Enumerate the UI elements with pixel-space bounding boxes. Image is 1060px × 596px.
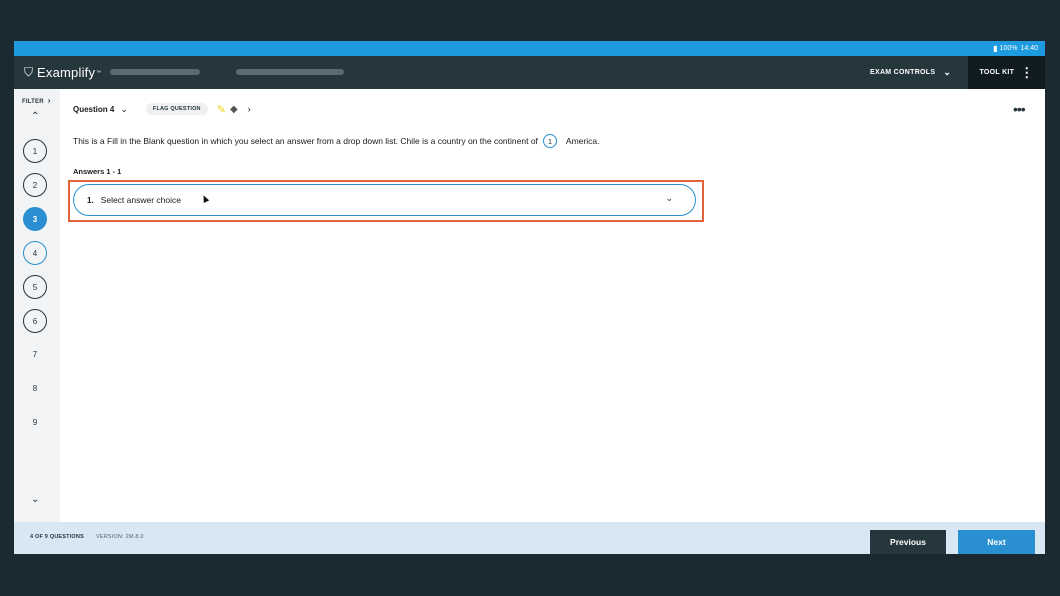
sidebar-question-1[interactable]: 1 (23, 139, 47, 163)
examplify-logo-icon: ⛉ (24, 65, 34, 79)
filter-button[interactable]: FILTER › (22, 96, 51, 105)
filter-label: FILTER (22, 99, 44, 105)
blank-number-badge: 1 (542, 134, 557, 148)
battery-level: 100% (999, 45, 1018, 52)
question-text-after: America. (565, 136, 600, 146)
sidebar-question-4[interactable]: 4 (23, 241, 47, 265)
battery-icon: ▮ (993, 44, 998, 53)
question-text-before: This is a Fill in the Blank question in … (73, 136, 538, 146)
scroll-down-chevron-icon[interactable]: ⌄ (31, 494, 39, 505)
scroll-up-chevron-icon[interactable]: ⌃ (31, 111, 39, 122)
next-button[interactable]: Next (958, 530, 1035, 554)
sidebar-question-3[interactable]: 3 (23, 207, 47, 231)
sidebar-question-2[interactable]: 2 (23, 173, 47, 197)
next-question-chevron-icon[interactable]: › (248, 104, 251, 114)
tool-kit-button[interactable]: TOOL KIT ⋮ (968, 56, 1045, 89)
answer-select-dropdown[interactable]: 1. Select answer choice ⌄ (73, 184, 696, 216)
redacted-exam-name (110, 69, 200, 75)
answers-label: Answers 1 - 1 (73, 167, 122, 176)
question-sidebar: FILTER › ⌃ 1 2 3 4 5 6 7 8 9 ⌄ (14, 89, 60, 522)
version-label: VERSION: 2M.8.0 (96, 534, 144, 540)
flag-question-button[interactable]: FLAG QUESTION (145, 103, 208, 115)
highlighter-icon[interactable]: ✎ (217, 103, 226, 116)
top-bar: ⛉ Examplify ™ EXAM CONTROLS ⌄ TOOL KIT ⋮ (14, 56, 1045, 89)
clock: 14:40 (1020, 45, 1038, 52)
question-header: Question 4 ⌄ FLAG QUESTION ✎ ◆ › (73, 102, 251, 116)
question-title: Question 4 (73, 104, 115, 114)
sidebar-question-8[interactable]: 8 (23, 376, 47, 400)
sidebar-question-7[interactable]: 7 (23, 342, 47, 366)
footer-bar: 4 OF 9 QUESTIONS VERSION: 2M.8.0 Previou… (14, 522, 1045, 554)
eraser-icon[interactable]: ◆ (230, 104, 238, 115)
status-bar: ▮ 100% 14:40 (14, 41, 1045, 56)
sidebar-question-6[interactable]: 6 (23, 309, 47, 333)
brand: ⛉ Examplify ™ (24, 56, 101, 89)
more-options-icon[interactable]: ••• (1013, 101, 1026, 117)
chevron-down-icon: ⌄ (943, 67, 952, 77)
chevron-right-icon: › (47, 96, 51, 105)
tool-kit-label: TOOL KIT (979, 69, 1015, 76)
exam-controls-label: EXAM CONTROLS (870, 69, 936, 76)
trademark: ™ (96, 69, 102, 76)
chevron-down-icon: ⌄ (665, 193, 673, 203)
previous-button[interactable]: Previous (870, 530, 946, 554)
exam-controls-menu[interactable]: EXAM CONTROLS ⌄ (870, 56, 951, 89)
kebab-menu-icon: ⋮ (1020, 65, 1034, 80)
redacted-exam-title (236, 69, 344, 75)
answer-placeholder: Select answer choice (100, 195, 181, 205)
question-menu-chevron-icon[interactable]: ⌄ (120, 104, 128, 115)
brand-name: Examplify (37, 65, 96, 80)
answer-number: 1. (87, 195, 94, 205)
sidebar-question-9[interactable]: 9 (23, 410, 47, 434)
sidebar-question-5[interactable]: 5 (23, 275, 47, 299)
question-text: This is a Fill in the Blank question in … (73, 134, 599, 148)
question-count: 4 OF 9 QUESTIONS (30, 534, 84, 540)
exam-app-window: ▮ 100% 14:40 ⛉ Examplify ™ EXAM CONTROLS… (14, 41, 1045, 554)
